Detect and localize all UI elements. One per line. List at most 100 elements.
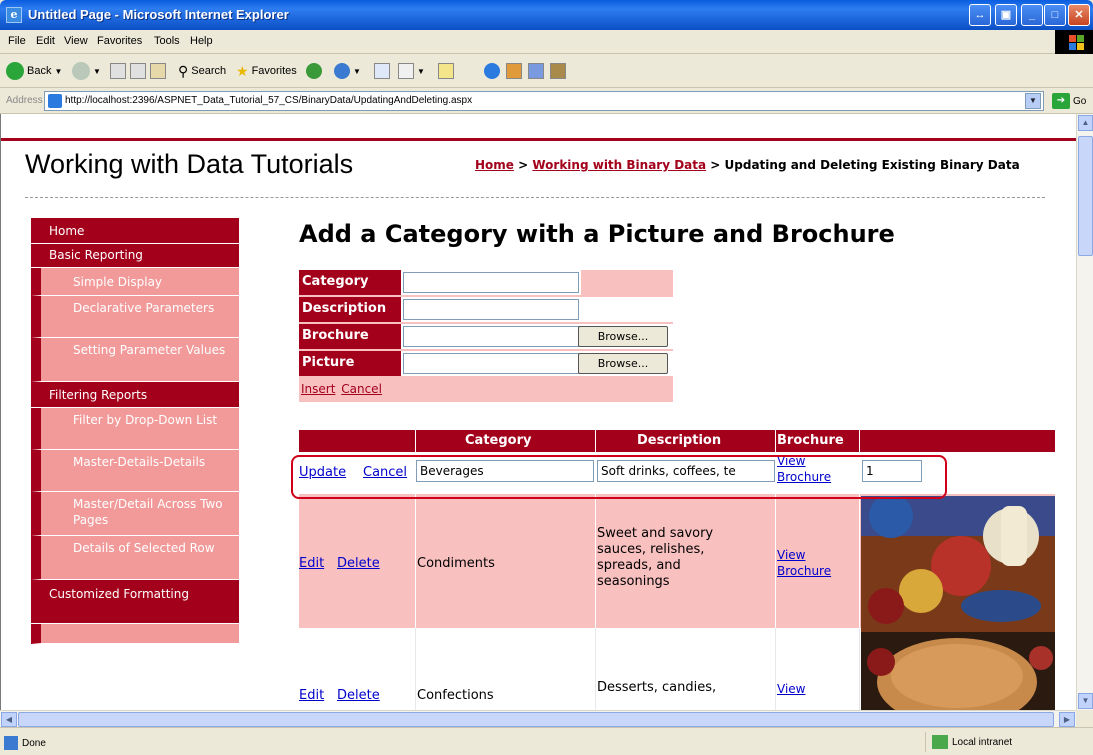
- favorites-button[interactable]: ★ Favorites: [236, 61, 297, 81]
- refresh-button[interactable]: [130, 61, 146, 81]
- site-title: Working with Data Tutorials: [25, 149, 354, 179]
- tools-button[interactable]: [528, 61, 544, 81]
- menu-tools[interactable]: Tools: [154, 35, 180, 47]
- menu-help[interactable]: Help: [190, 35, 213, 47]
- edit-page-button[interactable]: [438, 61, 454, 81]
- tools-icon: [528, 63, 544, 79]
- address-bar: Address http://localhost:2396/ASPNET_Dat…: [0, 88, 1093, 114]
- breadcrumb-section-link[interactable]: Working with Binary Data: [532, 158, 706, 172]
- edit-link[interactable]: Edit: [299, 556, 324, 571]
- brochure-browse-button[interactable]: Browse...: [578, 326, 668, 347]
- view-brochure-link[interactable]: View: [777, 682, 805, 696]
- search-button[interactable]: ⚲ Search: [178, 61, 226, 81]
- confections-photo: [861, 632, 1055, 710]
- page-done-icon: [4, 736, 18, 750]
- sidebar-nav: Home Basic Reporting Simple Display Decl…: [31, 218, 239, 644]
- mail-button[interactable]: [374, 61, 390, 81]
- forward-button[interactable]: ▼: [72, 61, 101, 81]
- print-button[interactable]: ▼: [398, 61, 425, 81]
- breadcrumb-separator: >: [706, 158, 725, 172]
- stop-button[interactable]: [110, 61, 126, 81]
- editing-row-highlight: [291, 455, 947, 499]
- close-button[interactable]: ✕: [1068, 4, 1090, 26]
- restore-button[interactable]: ▣: [995, 4, 1017, 26]
- sidebar-item-setting-parameter-values[interactable]: Setting Parameter Values: [31, 338, 239, 382]
- category-row: Category: [299, 270, 673, 297]
- sidebar-item-master-details-details[interactable]: Master-Details-Details: [31, 450, 239, 492]
- category-cell: Condiments: [417, 556, 495, 571]
- sidebar-item-declarative-parameters[interactable]: Declarative Parameters: [31, 296, 239, 338]
- picture-label: Picture: [299, 351, 401, 376]
- picture-browse-button[interactable]: Browse...: [578, 353, 668, 374]
- scroll-left-icon[interactable]: ◀: [1, 712, 17, 727]
- print-icon: [398, 63, 414, 79]
- home-button[interactable]: [150, 61, 166, 81]
- sidebar-item-filtering-reports[interactable]: Filtering Reports: [31, 382, 239, 408]
- picture-file-input[interactable]: [403, 353, 579, 374]
- media-button[interactable]: [306, 61, 322, 81]
- address-url: http://localhost:2396/ASPNET_Data_Tutori…: [65, 95, 473, 106]
- go-label: Go: [1073, 95, 1087, 107]
- back-arrow-icon: [6, 62, 24, 80]
- zone-text: Local intranet: [952, 736, 1013, 748]
- intranet-icon: [932, 735, 948, 749]
- view-brochure-link-2[interactable]: Brochure: [777, 564, 831, 578]
- maximize-button[interactable]: □: [1044, 4, 1066, 26]
- mail-icon: [374, 63, 390, 79]
- vertical-scroll-thumb[interactable]: [1078, 136, 1093, 256]
- breadcrumb-separator: >: [513, 158, 533, 172]
- delete-link[interactable]: Delete: [337, 556, 380, 571]
- edit-link[interactable]: Edit: [299, 688, 324, 703]
- brochure-file-input[interactable]: [403, 326, 579, 347]
- sidebar-item-master-detail-two-pages[interactable]: Master/Detail Across Two Pages: [31, 492, 239, 536]
- scroll-right-icon[interactable]: ▶: [1059, 712, 1075, 727]
- help-button[interactable]: ↔: [969, 4, 991, 26]
- sidebar-item-simple-display[interactable]: Simple Display: [31, 268, 239, 296]
- menu-view[interactable]: View: [64, 35, 88, 47]
- sidebar-item-basic-reporting[interactable]: Basic Reporting: [31, 244, 239, 268]
- sidebar-item-customized-formatting[interactable]: Customized Formatting: [31, 580, 239, 624]
- insert-link[interactable]: Insert: [301, 382, 335, 396]
- go-button[interactable]: ➔ Go: [1052, 93, 1086, 109]
- address-dropdown-icon[interactable]: ▼: [1025, 93, 1041, 109]
- refresh-icon: [130, 63, 146, 79]
- brochure-label: Brochure: [299, 324, 401, 349]
- insert-form: Category Description Brochure Browse... …: [299, 270, 673, 402]
- history-button[interactable]: ▼: [334, 61, 361, 81]
- sidebar-item-partial[interactable]: [31, 624, 239, 644]
- ie-window: e Untitled Page - Microsoft Internet Exp…: [0, 0, 1093, 755]
- scroll-down-icon[interactable]: ▼: [1078, 693, 1093, 709]
- menu-file[interactable]: File: [8, 35, 26, 47]
- breadcrumb: Home > Working with Binary Data > Updati…: [475, 158, 1065, 172]
- category-input[interactable]: [403, 272, 579, 293]
- back-button[interactable]: Back ▼: [6, 61, 62, 81]
- menu-edit[interactable]: Edit: [36, 35, 55, 47]
- column-header-brochure: Brochure: [777, 433, 844, 448]
- menu-favorites[interactable]: Favorites: [97, 35, 142, 47]
- horizontal-scrollbar[interactable]: ◀ ▶: [0, 710, 1076, 727]
- go-arrow-icon: ➔: [1052, 93, 1070, 109]
- window-title: Untitled Page - Microsoft Internet Explo…: [28, 7, 289, 22]
- breadcrumb-home-link[interactable]: Home: [475, 158, 514, 172]
- view-brochure-link[interactable]: View: [777, 548, 805, 562]
- description-input[interactable]: [403, 299, 579, 320]
- address-input[interactable]: http://localhost:2396/ASPNET_Data_Tutori…: [44, 91, 1044, 111]
- category-label: Category: [299, 270, 401, 295]
- back-label: Back: [27, 65, 52, 77]
- vertical-scrollbar[interactable]: ▲ ▼: [1076, 114, 1093, 710]
- minimize-button[interactable]: _: [1021, 4, 1043, 26]
- discuss-button[interactable]: [550, 61, 566, 81]
- research-button[interactable]: [506, 61, 522, 81]
- home-icon: [150, 63, 166, 79]
- sidebar-item-filter-dropdown[interactable]: Filter by Drop-Down List: [31, 408, 239, 450]
- messenger-button[interactable]: [484, 61, 500, 81]
- scroll-up-icon[interactable]: ▲: [1078, 115, 1093, 131]
- media-icon: [306, 63, 322, 79]
- cancel-insert-link[interactable]: Cancel: [341, 382, 382, 396]
- horizontal-scroll-thumb[interactable]: [18, 712, 1054, 727]
- sidebar-item-home[interactable]: Home: [31, 218, 239, 244]
- sidebar-item-details-selected-row[interactable]: Details of Selected Row: [31, 536, 239, 580]
- search-label: Search: [191, 65, 227, 77]
- page-heading: Add a Category with a Picture and Brochu…: [299, 220, 895, 248]
- delete-link[interactable]: Delete: [337, 688, 380, 703]
